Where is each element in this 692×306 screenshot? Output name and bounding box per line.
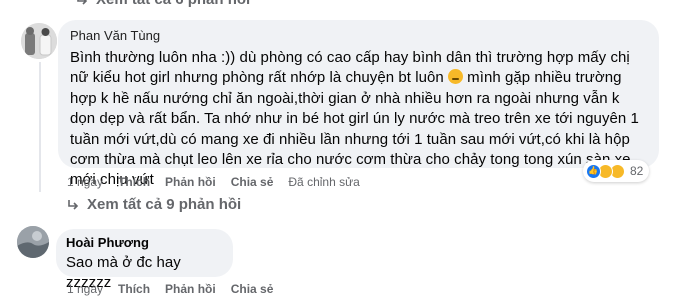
share-button[interactable]: Chia sẻ	[231, 175, 274, 189]
comment-actions: 1 ngày Thích Phản hồi Chia sẻ Đã chỉnh s…	[67, 175, 360, 189]
reply-button[interactable]: Phản hồi	[165, 282, 216, 296]
user-photo-icon	[17, 226, 49, 258]
view-all-replies-link[interactable]: Xem tất cả 9 phản hồi	[67, 196, 241, 213]
comment-text: Bình thường luôn nha :)) dù phòng có cao…	[70, 49, 639, 189]
share-button[interactable]: Chia sẻ	[231, 282, 274, 296]
reaction-summary[interactable]: 82	[583, 160, 650, 182]
view-all-replies-label: Xem tất cả 9 phản hồi	[87, 196, 242, 213]
comment-author[interactable]: Hoài Phương	[66, 235, 223, 251]
reply-arrow-icon	[77, 0, 88, 5]
comment-bubble: Phan Văn Tùng Bình thường luôn nha :)) d…	[58, 20, 659, 188]
reaction-count: 82	[630, 164, 644, 178]
like-button[interactable]: Thích	[118, 282, 150, 296]
avatar[interactable]	[17, 226, 49, 258]
comment-time[interactable]: 1 ngày	[67, 282, 103, 296]
comment-time[interactable]: 1 ngày	[67, 175, 103, 189]
view-all-previous-label: Xem tất cả 6 phản hồi	[96, 0, 250, 8]
comment-bubble: Hoài Phương Sao mà ở đc hay zzzzzz	[56, 229, 233, 291]
like-icon	[586, 163, 601, 179]
edited-label[interactable]: Đã chỉnh sửa	[288, 175, 359, 189]
view-all-previous-replies-link[interactable]: Xem tất cả 6 phản hồi	[76, 0, 250, 8]
comment-actions: 1 ngày Thích Phản hồi Chia sẻ	[67, 282, 273, 296]
thread-line	[39, 62, 41, 192]
avatar[interactable]	[21, 23, 57, 59]
user-photo-icon	[21, 23, 57, 59]
comment-author[interactable]: Phan Văn Tùng	[70, 28, 647, 44]
reply-arrow-icon	[68, 199, 79, 210]
disappointed-face-icon	[447, 69, 463, 85]
reply-button[interactable]: Phản hồi	[165, 175, 216, 189]
like-button[interactable]: Thích	[118, 175, 150, 189]
